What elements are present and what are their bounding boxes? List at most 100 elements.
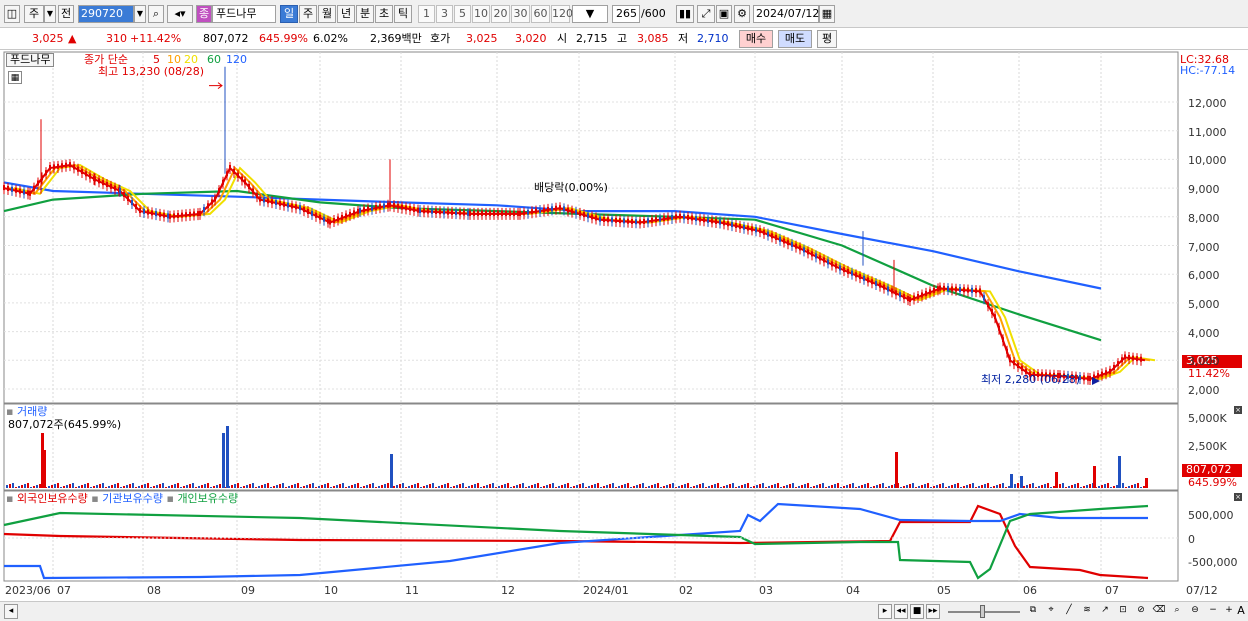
candle-body <box>379 204 381 210</box>
volume-bar <box>480 487 482 488</box>
code-input[interactable]: 290720 <box>78 5 134 23</box>
interval-button-2[interactable]: 5 <box>454 5 471 23</box>
search-icon[interactable]: ⌕ <box>148 5 164 23</box>
crosshair-icon[interactable]: ⌖ <box>1044 604 1058 619</box>
search-icon[interactable]: ⌕ <box>1170 604 1184 619</box>
zoom-slider-handle[interactable] <box>980 605 985 618</box>
stock-chart[interactable] <box>0 51 1248 601</box>
holdings-legend: ▪ 외국인보유수량 ▪ 기관보유수량 ▪ 개인보유수량 <box>6 492 239 505</box>
close-icon[interactable]: × <box>1234 406 1242 414</box>
buy-button[interactable]: 매수 <box>739 30 773 48</box>
prev-button[interactable]: 전 <box>58 5 74 23</box>
chart-area[interactable]: 푸드나무 종가 단순 5 10 20 60 120 ▦ 최고 13,230 (08/28… <box>0 51 1248 601</box>
volume-bar <box>189 484 191 488</box>
interval-button-6[interactable]: 60 <box>531 5 550 23</box>
period-tab-5[interactable]: 초 <box>375 5 393 23</box>
mode-select[interactable]: 주 <box>24 5 44 23</box>
volume-bar <box>495 487 497 488</box>
gear-icon[interactable]: ⚙ <box>734 5 750 23</box>
shape-tool-icon[interactable]: ⊡ <box>1116 604 1130 619</box>
scroll-select[interactable]: ▼ <box>572 5 608 23</box>
line-icon[interactable]: ⤢ <box>697 5 715 23</box>
volume-bar <box>21 485 23 488</box>
window-icon[interactable]: ◫ <box>4 5 20 23</box>
volume-bar <box>1017 483 1019 488</box>
text-tool-icon[interactable]: ↗ <box>1098 604 1112 619</box>
volume-bar <box>87 483 89 488</box>
candle-body <box>173 213 175 219</box>
interval-button-3[interactable]: 10 <box>472 5 490 23</box>
candle-body <box>1105 370 1107 376</box>
volume-bar <box>606 485 608 488</box>
drawing-tools-icon[interactable]: ⧉ <box>1026 604 1040 619</box>
magnet-icon[interactable]: ⊘ <box>1134 604 1148 619</box>
candle-body <box>775 235 777 241</box>
count-input[interactable]: 265 <box>612 5 640 23</box>
candle-body <box>987 302 989 308</box>
volume-bar <box>717 483 719 488</box>
period-tab-3[interactable]: 년 <box>337 5 355 23</box>
candle-body <box>405 205 407 211</box>
minus-icon[interactable]: − <box>1206 604 1220 619</box>
volume-bar <box>369 484 371 488</box>
price-panel-title[interactable]: 푸드나무 <box>6 53 55 67</box>
period-tab-1[interactable]: 주 <box>299 5 317 23</box>
date-input[interactable]: 2024/07/12 <box>753 5 819 23</box>
price-tick: 4,000 <box>1188 326 1220 340</box>
period-tab-6[interactable]: 틱 <box>394 5 412 23</box>
volume-bar <box>600 487 602 488</box>
stock-name[interactable]: 푸드나무 <box>212 5 276 23</box>
period-tab-0[interactable]: 일 <box>280 5 298 23</box>
volume-bar <box>531 485 533 488</box>
speaker-icon[interactable]: ◂▾ <box>167 5 193 23</box>
candle-body <box>747 225 749 231</box>
interval-button-5[interactable]: 30 <box>511 5 530 23</box>
candle-body <box>619 218 621 224</box>
volume-title: 거래량 <box>16 405 48 418</box>
volume-bar <box>831 485 833 488</box>
volume-bar <box>474 484 476 488</box>
interval-button-7[interactable]: 120 <box>551 5 573 23</box>
save-icon[interactable]: ▣ <box>716 5 732 23</box>
price-tick: 2,000 <box>1188 384 1220 397</box>
avg-button[interactable]: 평 <box>817 30 837 48</box>
interval-button-1[interactable]: 3 <box>436 5 453 23</box>
font-size-icon[interactable]: A <box>1234 604 1248 619</box>
volume-bar <box>1008 486 1010 488</box>
interval-button-4[interactable]: 20 <box>491 5 510 23</box>
candle-body <box>771 233 773 239</box>
scroll-left-icon[interactable]: ◂ <box>4 604 18 619</box>
volume-bar <box>351 485 353 488</box>
candle-body <box>735 222 737 228</box>
eraser-icon[interactable]: ⌫ <box>1152 604 1166 619</box>
candle-body <box>547 206 549 212</box>
fast-forward-icon[interactable]: ▸▸ <box>926 604 940 619</box>
volume-bar <box>924 484 926 488</box>
candle-body <box>715 218 717 224</box>
zoom-out-icon[interactable]: ⊖ <box>1188 604 1202 619</box>
trendline-icon[interactable]: ╱ <box>1062 604 1076 619</box>
period-tab-2[interactable]: 월 <box>318 5 336 23</box>
table-icon[interactable]: ▦ <box>8 71 22 84</box>
rewind-icon[interactable]: ◂◂ <box>894 604 908 619</box>
close-icon[interactable]: × <box>1234 493 1242 501</box>
candle-icon[interactable]: ▮▮ <box>676 5 694 23</box>
candle-body <box>623 218 625 224</box>
chevron-down-icon[interactable]: ▼ <box>44 5 56 23</box>
candle-body <box>94 176 96 182</box>
chevron-down-icon[interactable]: ▼ <box>134 5 146 23</box>
sell-button[interactable]: 매도 <box>778 30 812 48</box>
price-tick: 5,000 <box>1188 297 1220 311</box>
scroll-right-icon[interactable]: ▸ <box>878 604 892 619</box>
period-tab-4[interactable]: 분 <box>356 5 374 23</box>
volume-bar <box>51 485 53 488</box>
fibonacci-icon[interactable]: ≋ <box>1080 604 1094 619</box>
calendar-icon[interactable]: ▦ <box>819 5 835 23</box>
stop-icon[interactable]: ■ <box>910 604 924 619</box>
interval-button-0[interactable]: 1 <box>418 5 435 23</box>
candle-body <box>73 164 75 170</box>
candle-body <box>921 292 923 298</box>
bid-price: 3,020 <box>515 32 547 45</box>
volume-bar <box>186 485 188 488</box>
candle-body <box>226 171 228 177</box>
